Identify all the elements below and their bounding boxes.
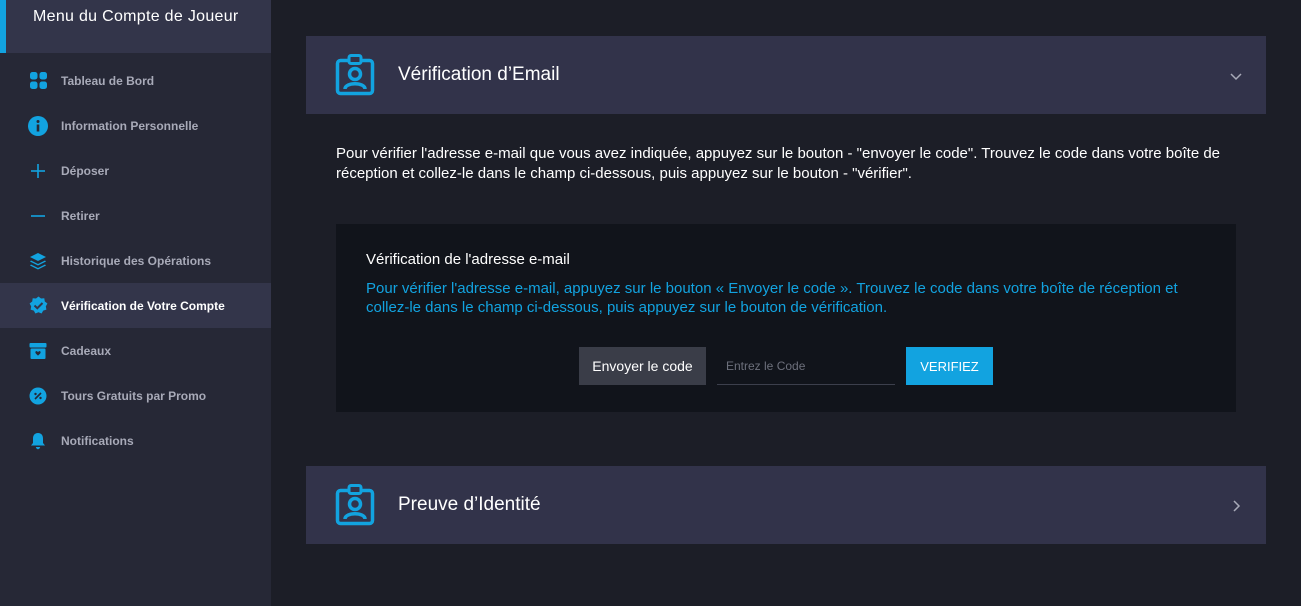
sidebar-item-dashboard[interactable]: Tableau de Bord	[0, 58, 271, 103]
sidebar-item-label: Cadeaux	[61, 343, 112, 358]
promo-icon	[28, 386, 48, 406]
sidebar-item-label: Historique des Opérations	[61, 253, 212, 268]
gift-box-icon	[28, 341, 48, 361]
sidebar-item-label: Information Personnelle	[61, 118, 199, 133]
chevron-down-icon[interactable]	[1230, 69, 1242, 81]
verification-box-description: Pour vérifier l'adresse e-mail, appuyez …	[366, 280, 1178, 316]
verify-button[interactable]: VERIFIEZ	[906, 347, 993, 385]
info-icon	[28, 115, 48, 136]
layers-icon	[28, 251, 48, 271]
sidebar-item-free-spins[interactable]: Tours Gratuits par Promo	[0, 373, 271, 418]
sidebar-item-notifications[interactable]: Notifications	[0, 418, 271, 463]
sidebar-item-gifts[interactable]: Cadeaux	[0, 328, 271, 373]
sidebar-item-label: Tableau de Bord	[61, 73, 155, 88]
sidebar-item-personal-info[interactable]: Information Personnelle	[0, 103, 271, 148]
identity-proof-panel-header[interactable]: Preuve d’Identité	[306, 466, 1266, 544]
sidebar-item-label: Déposer	[61, 163, 110, 178]
email-verification-box: Vérification de l'adresse e-mail Pour vé…	[336, 224, 1236, 412]
sidebar-item-deposit[interactable]: Déposer	[0, 148, 271, 193]
sidebar-item-label: Tours Gratuits par Promo	[61, 388, 207, 403]
sidebar-item-withdraw[interactable]: Retirer	[0, 193, 271, 238]
email-verification-panel-header[interactable]: Vérification d’Email	[306, 36, 1266, 114]
sidebar-item-label: Retirer	[61, 208, 100, 223]
chevron-right-icon[interactable]	[1230, 499, 1242, 512]
bell-icon	[28, 431, 48, 451]
id-badge-icon	[335, 484, 375, 526]
plus-icon	[28, 161, 48, 181]
sidebar-item-label: Vérification de Votre Compte	[61, 298, 225, 313]
dashboard-icon	[28, 71, 48, 91]
code-input[interactable]	[717, 347, 895, 385]
minus-icon	[28, 206, 48, 226]
id-badge-icon	[335, 54, 375, 96]
verified-badge-icon	[28, 296, 48, 316]
email-verification-title: Vérification d’Email	[398, 64, 560, 85]
sidebar-item-account-verification[interactable]: Vérification de Votre Compte	[0, 283, 271, 328]
email-verification-intro: Pour vérifier l'adresse e-mail que vous …	[336, 145, 1221, 182]
sidebar-item-history[interactable]: Historique des Opérations	[0, 238, 271, 283]
sidebar: Menu du Compte de Joueur Tableau de Bord…	[0, 0, 271, 606]
sidebar-nav: Tableau de Bord Information Personnelle …	[0, 58, 271, 463]
sidebar-item-label: Notifications	[61, 433, 134, 448]
sidebar-title: Menu du Compte de Joueur	[0, 0, 271, 53]
identity-proof-title: Preuve d’Identité	[398, 494, 541, 515]
send-code-button[interactable]: Envoyer le code	[579, 347, 706, 385]
verification-box-title: Vérification de l'adresse e-mail	[366, 251, 570, 268]
